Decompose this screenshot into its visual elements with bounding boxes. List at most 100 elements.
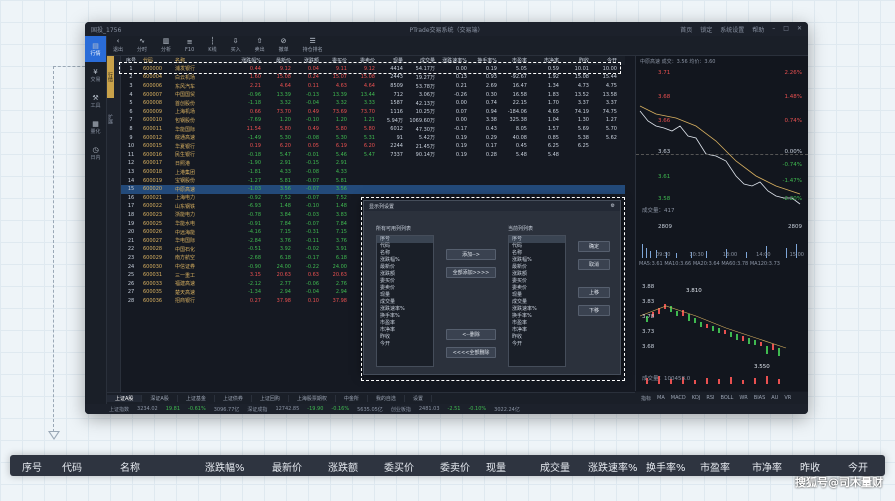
column-header[interactable]: 现量 [377,57,405,64]
table-row[interactable]: 1 600000 浦发银行 0.44 9.12 0.04 9.11 9.12 4414 54.17… [121,65,625,74]
list-item[interactable]: 委买价 [509,278,565,285]
market-tab[interactable]: 上证A股 [107,395,143,402]
add-button[interactable]: 添加--> [446,249,496,260]
indicator-tab[interactable]: WR [739,395,747,401]
indicator-tab[interactable]: 指标 [641,395,651,402]
list-item[interactable]: 昨收 [509,334,565,341]
list-item[interactable]: 换手率% [377,313,433,320]
column-header[interactable]: 市净率 [529,57,561,64]
market-tab[interactable]: 我的自选 [368,395,405,402]
nav-quotes[interactable]: ▤ 行情 [85,36,106,62]
list-item[interactable]: 涨跌额 [377,271,433,278]
column-header[interactable]: 委买价 [321,57,349,64]
nav-tools[interactable]: ⚒ 工具 [85,88,106,114]
market-tab[interactable]: 上证债券 [215,395,252,402]
toolbar-cancel[interactable]: ⊘ 撤单 [279,38,289,54]
nav-intraday[interactable]: ◷ 日内 [85,140,106,166]
list-item[interactable]: 涨跌幅% [377,257,433,264]
list-item[interactable]: 代码 [377,243,433,250]
column-header[interactable]: 今开 [591,57,619,64]
column-header[interactable]: 序号 [121,57,143,64]
list-item[interactable]: 委买价 [377,278,433,285]
indicator-tab[interactable]: KDJ [692,395,701,401]
list-item[interactable]: 换手率% [509,313,565,320]
column-header[interactable]: 涨跌幅% [225,57,263,64]
list-item[interactable]: 序号 [377,236,433,243]
table-row[interactable]: 6 600009 上海机场 0.66 73.70 0.49 73.69 73.70 1116 10… [121,108,625,117]
list-item[interactable]: 名称 [509,250,565,257]
indicator-tab[interactable]: VR [784,395,791,401]
list-item[interactable]: 现量 [509,292,565,299]
list-item[interactable]: 成交量 [377,299,433,306]
list-item[interactable]: 市净率 [509,327,565,334]
move-down-button[interactable]: 下移 [578,305,610,316]
table-row[interactable]: 15 600020 中原高速 -1.03 3.56 -0.07 3.56 [121,184,625,194]
list-item[interactable]: 涨跌幅% [509,257,565,264]
list-item[interactable]: 代码 [509,243,565,250]
list-item[interactable]: 涨跌额 [509,271,565,278]
list-item[interactable]: 现量 [377,292,433,299]
column-header[interactable]: 涨跌额 [293,57,321,64]
list-item[interactable]: 今开 [377,341,433,348]
indicator-tab[interactable]: RSI [706,395,714,401]
table-row[interactable]: 10 600015 华夏银行 0.19 6.20 0.05 6.19 6.20 2244 21.4… [121,142,625,151]
market-tab[interactable]: 设置 [405,395,432,402]
table-row[interactable]: 13 600018 上港集团 -1.81 4.33 -0.08 4.33 [121,168,625,177]
table-row[interactable]: 5 600008 首创股份 -1.18 3.32 -0.04 3.32 3.33 1587 42.… [121,99,625,108]
column-header[interactable]: 最新价 [263,57,293,64]
nav-quant[interactable]: ▦ 量化 [85,114,106,140]
list-item[interactable]: 涨跌速率% [377,306,433,313]
list-item[interactable]: 最新价 [377,264,433,271]
table-row[interactable]: 8 600011 华能国际 11.54 5.80 0.49 5.80 5.80 6012 47.3… [121,125,625,134]
toolbar-rank[interactable]: ☰ 持仓排名 [303,38,323,54]
close-icon[interactable]: ⚙ [611,203,615,209]
toolbar-timeshare[interactable]: ∿ 分时 [137,38,147,54]
indicator-tab[interactable]: BOLL [720,395,733,401]
nav-trade[interactable]: ¥ 交易 [85,62,106,88]
remove-button[interactable]: <--删除 [446,329,496,340]
column-header[interactable]: 换手率% [469,57,499,64]
move-up-button[interactable]: 上移 [578,287,610,298]
table-row[interactable]: 7 600010 包钢股份 -7.69 1.20 -0.10 1.20 1.21 5.94万 10… [121,116,625,125]
table-row[interactable]: 11 600016 民生银行 -0.18 5.47 -0.01 5.46 5.47 7337 90… [121,151,625,160]
column-header[interactable]: 成交量 [405,57,437,64]
list-item[interactable]: 最新价 [509,264,565,271]
table-row[interactable]: 4 600007 中国国贸 -0.96 13.39 -0.13 13.39 13.44 712 3… [121,90,625,99]
table-row[interactable]: 14 600019 宝钢股份 -1.27 5.81 -0.07 5.81 [121,176,625,185]
indicator-tab[interactable]: BIAS [754,395,766,401]
remove-all-button[interactable]: <<<<全部删除 [446,347,496,358]
sidebar2-quotes[interactable]: 行情 [107,56,114,98]
market-tab[interactable]: 中金所 [336,395,368,402]
list-item[interactable]: 序号 [509,236,565,243]
toolbar-analysis[interactable]: ▥ 分析 [161,38,171,54]
toolbar-exit[interactable]: ‹ 退出 [113,38,123,54]
market-tab[interactable]: 深证A股 [142,395,178,402]
current-columns-list[interactable]: 序号 代码 名称 涨跌幅% 最新价 涨跌额 委买价 委卖价 现量 成交量 涨跌速率% 换手率% 市盈率市… [508,235,566,367]
indicator-tab[interactable]: MA [657,395,665,401]
indicator-tab[interactable]: MACD [671,395,686,401]
list-item[interactable]: 委卖价 [509,285,565,292]
column-header[interactable]: 委卖价 [349,57,377,64]
column-header[interactable]: 名称 [175,57,225,64]
column-header[interactable]: 代码 [143,57,175,64]
table-row[interactable]: 9 600012 皖通高速 -1.49 5.30 -0.08 5.30 5.31 91 5.42万… [121,133,625,142]
cancel-button[interactable]: 取消 [578,259,610,270]
list-item[interactable]: 今开 [509,341,565,348]
toolbar-f10[interactable]: ≡ F10 [185,38,194,53]
toolbar-buy[interactable]: ⇩ 买入 [231,38,241,54]
add-all-button[interactable]: 全部添加>>>> [446,267,496,278]
column-header[interactable]: 昨收 [561,57,591,64]
list-item[interactable]: 委卖价 [377,285,433,292]
sidebar2-extend[interactable]: 扩展 [107,98,114,140]
table-row[interactable]: 2 600004 白云机场 1.60 15.08 0.24 15.07 15.08 2443 19… [121,73,625,82]
list-item[interactable]: 市盈率 [509,320,565,327]
list-item[interactable]: 名称 [377,250,433,257]
market-tab[interactable]: 上证基金 [178,395,215,402]
column-header[interactable]: 市盈率 [499,57,529,64]
ok-button[interactable]: 确定 [578,241,610,252]
market-tab[interactable]: 上证回购 [252,395,289,402]
list-item[interactable]: 涨跌速率% [509,306,565,313]
list-item[interactable]: 市净率 [377,327,433,334]
column-header[interactable]: 涨跌速率% [437,57,469,64]
available-columns-list[interactable]: 序号 代码 名称 涨跌幅% 最新价 涨跌额 委买价 委卖价 现量 成交量 涨跌速率% 换手率% 市盈率市… [376,235,434,367]
